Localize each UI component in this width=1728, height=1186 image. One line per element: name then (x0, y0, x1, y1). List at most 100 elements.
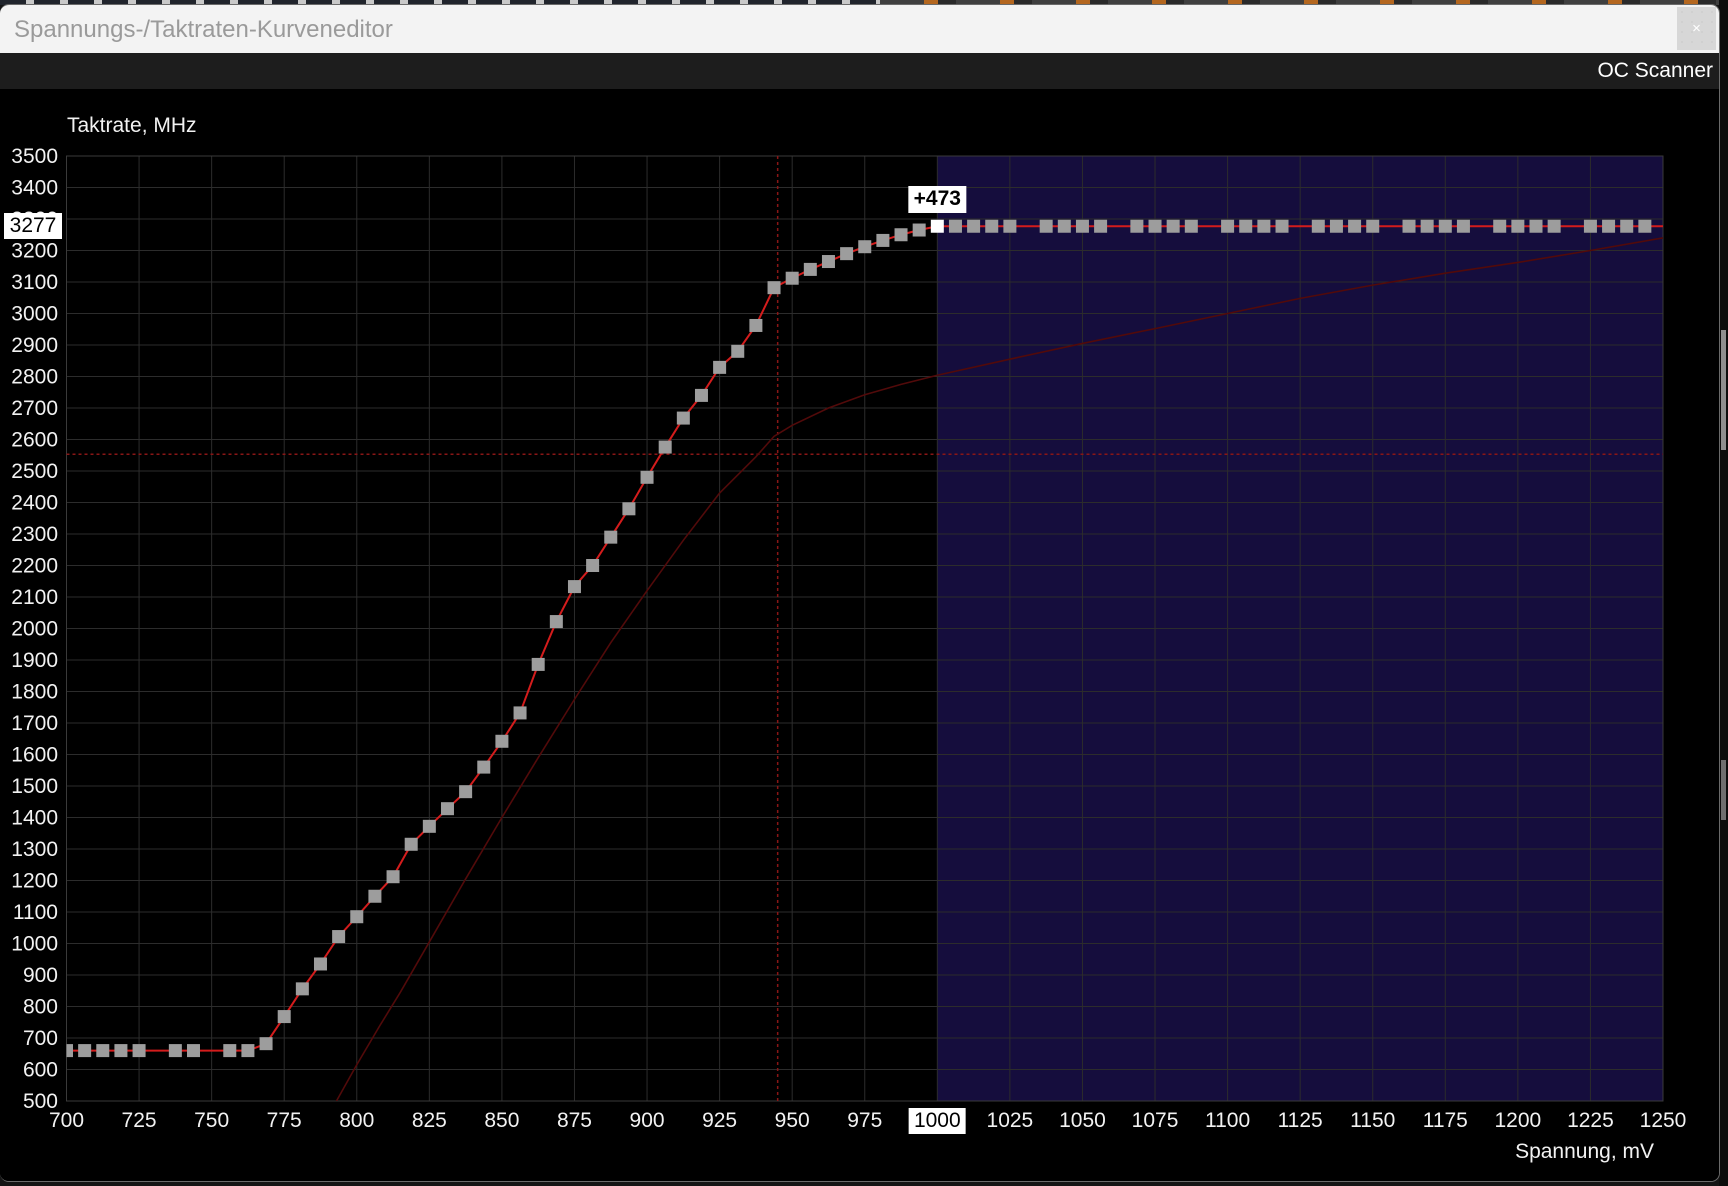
vf-point[interactable] (912, 223, 926, 237)
close-button[interactable]: × (1677, 7, 1716, 50)
vf-point[interactable] (604, 530, 618, 544)
vf-point[interactable] (1420, 219, 1434, 233)
vf-point[interactable] (386, 870, 400, 884)
x-tick-label: 750 (194, 1109, 229, 1132)
vf-point[interactable] (459, 785, 473, 799)
vf-point[interactable] (694, 388, 708, 402)
vf-point[interactable] (1003, 219, 1017, 233)
vf-point[interactable] (713, 360, 727, 374)
vf-point[interactable] (1456, 219, 1470, 233)
titlebar[interactable]: Spannungs-/Taktraten-Kurveneditor × (0, 5, 1719, 53)
vf-point[interactable] (241, 1044, 255, 1058)
x-tick-label: 1025 (987, 1109, 1034, 1132)
vf-point[interactable] (1366, 219, 1380, 233)
vf-point[interactable] (368, 889, 382, 903)
vf-point[interactable] (549, 615, 563, 629)
vf-point[interactable] (1166, 219, 1180, 233)
vf-point[interactable] (1638, 219, 1652, 233)
background-scrollbar-thumb (1721, 760, 1726, 820)
vf-point[interactable] (1329, 219, 1343, 233)
vf-point[interactable] (1511, 219, 1525, 233)
x-tick-label: 1050 (1059, 1109, 1106, 1132)
vf-point[interactable] (223, 1044, 237, 1058)
x-tick-label: 1150 (1350, 1109, 1395, 1132)
vf-point[interactable] (350, 910, 364, 924)
vf-curve-plot[interactable]: 700 725 750 775 800 825 850 875 900 925 950 975 1025… (0, 89, 1720, 1182)
x-tick-label: 900 (630, 1109, 665, 1132)
vf-point[interactable] (404, 837, 418, 851)
vf-point[interactable] (749, 318, 763, 332)
vf-point[interactable] (78, 1044, 92, 1058)
vf-point[interactable] (1130, 219, 1144, 233)
vf-point[interactable] (1148, 219, 1162, 233)
vf-point[interactable] (1547, 219, 1561, 233)
vf-point[interactable] (440, 802, 454, 816)
vf-point[interactable] (1402, 219, 1416, 233)
chart-area: 700 725 750 775 800 825 850 875 900 925 950 975 1025… (0, 89, 1720, 1182)
vf-point[interactable] (332, 930, 346, 944)
vf-point[interactable] (1075, 219, 1089, 233)
vf-point[interactable] (114, 1044, 128, 1058)
vf-point[interactable] (295, 982, 309, 996)
vf-point[interactable] (1221, 219, 1235, 233)
vf-point[interactable] (277, 1010, 291, 1024)
vf-point[interactable] (96, 1044, 110, 1058)
vf-point[interactable] (168, 1044, 182, 1058)
vf-point[interactable] (422, 819, 436, 833)
x-tick-label: 1100 (1205, 1109, 1250, 1132)
vf-point[interactable] (1275, 219, 1289, 233)
vf-point[interactable] (622, 502, 636, 516)
vf-point[interactable] (60, 1044, 73, 1058)
vf-point[interactable] (894, 228, 908, 242)
vf-point[interactable] (658, 440, 672, 454)
vf-point[interactable] (1094, 219, 1108, 233)
vf-point[interactable] (767, 281, 781, 295)
y-tick-label: 2800 (11, 366, 58, 389)
vf-point[interactable] (1257, 219, 1271, 233)
vf-point[interactable] (785, 271, 799, 285)
x-tick-label: 1175 (1423, 1109, 1468, 1132)
vf-point[interactable] (1583, 219, 1597, 233)
vf-point[interactable] (985, 219, 999, 233)
vf-point[interactable] (676, 411, 690, 425)
vf-point[interactable] (803, 262, 817, 276)
vf-point[interactable] (477, 760, 491, 774)
vf-point[interactable] (567, 580, 581, 594)
vf-point[interactable] (731, 344, 745, 358)
vf-point[interactable] (186, 1044, 200, 1058)
x-tick-label: 1225 (1567, 1109, 1614, 1132)
vf-point-selected[interactable] (930, 219, 944, 233)
close-icon: × (1692, 20, 1701, 37)
vf-point[interactable] (640, 470, 654, 484)
vf-point[interactable] (1239, 219, 1253, 233)
vf-point[interactable] (967, 219, 981, 233)
vf-point[interactable] (495, 734, 509, 748)
vf-point[interactable] (1493, 219, 1507, 233)
x-tick-label: 825 (412, 1109, 447, 1132)
vf-point[interactable] (1602, 219, 1616, 233)
vf-point[interactable] (1184, 219, 1198, 233)
vf-point[interactable] (1348, 219, 1362, 233)
vf-point[interactable] (586, 559, 600, 572)
vf-point[interactable] (1529, 219, 1543, 233)
x-tick-label: 1125 (1278, 1109, 1323, 1132)
oc-scanner-button[interactable]: OC Scanner (1597, 59, 1713, 83)
vf-point[interactable] (132, 1044, 146, 1058)
vf-point[interactable] (1311, 219, 1325, 233)
vf-point[interactable] (1438, 219, 1452, 233)
vf-point[interactable] (313, 957, 327, 971)
vf-point[interactable] (821, 255, 835, 269)
vf-point[interactable] (876, 233, 890, 247)
vf-point[interactable] (1620, 219, 1634, 233)
vf-point[interactable] (948, 219, 962, 233)
vf-point[interactable] (1039, 219, 1053, 233)
vf-point[interactable] (531, 657, 545, 671)
vf-point[interactable] (259, 1037, 273, 1051)
vf-point[interactable] (840, 247, 854, 261)
vf-point[interactable] (858, 240, 872, 254)
vf-point[interactable] (1057, 219, 1071, 233)
y-tick-label: 2500 (11, 460, 58, 483)
y-tick-label: 800 (23, 996, 58, 1019)
vf-point[interactable] (513, 706, 527, 720)
y-tick-label: 3000 (11, 303, 58, 326)
